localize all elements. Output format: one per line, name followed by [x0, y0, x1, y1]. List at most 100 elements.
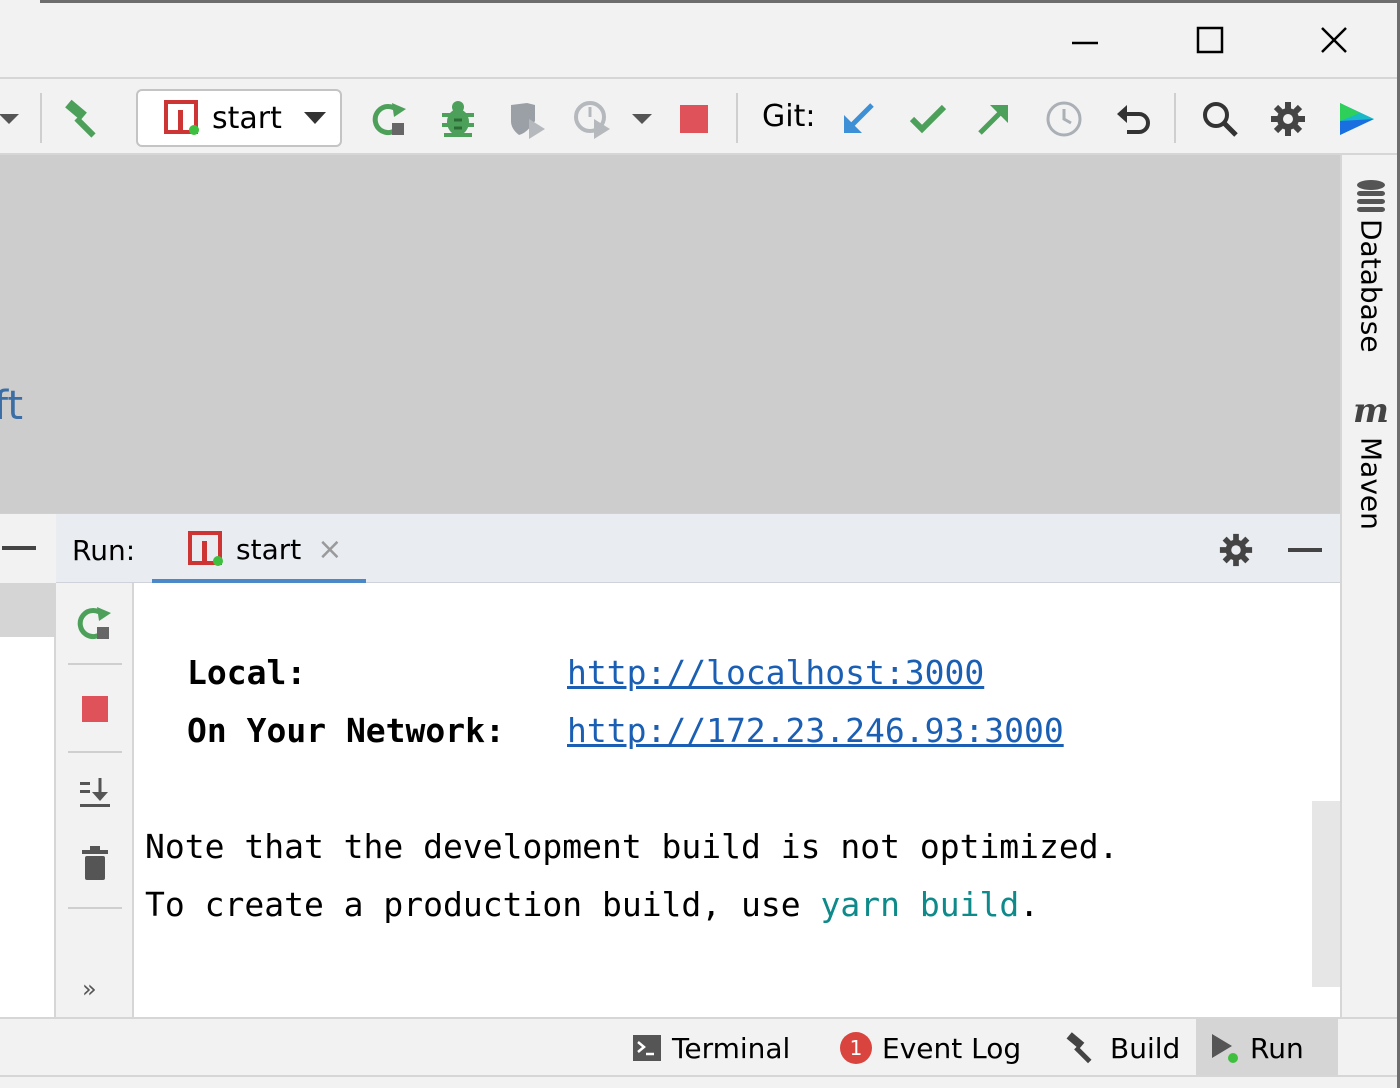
- toolbox-logo-icon: [1340, 103, 1374, 135]
- back-arrow-icon: [0, 114, 19, 124]
- git-update-icon: [844, 103, 874, 133]
- minimize-icon: [1072, 41, 1098, 45]
- terminal-tool-button[interactable]: Terminal: [620, 1019, 802, 1077]
- run-tool-button[interactable]: Run: [1196, 1019, 1338, 1077]
- run-more-dropdown[interactable]: [620, 97, 664, 141]
- side-separator: [68, 907, 122, 909]
- rerun-icon: [372, 103, 406, 136]
- search-button[interactable]: [1198, 97, 1242, 141]
- npm-icon: [164, 100, 199, 135]
- build-tool-button[interactable]: Build: [1052, 1019, 1192, 1077]
- run-icon: [1212, 1034, 1238, 1063]
- dropdown-icon: [632, 114, 652, 124]
- title-bar: [0, 3, 1397, 77]
- close-icon: [1321, 27, 1347, 53]
- close-window-button[interactable]: [1289, 3, 1379, 77]
- maven-icon: m: [1353, 391, 1389, 431]
- chevron-down-icon: [303, 112, 326, 124]
- local-url-link[interactable]: http://localhost:3000: [567, 653, 984, 692]
- maven-tab-label: Maven: [1354, 437, 1388, 530]
- event-log-badge: 1: [840, 1032, 872, 1064]
- npm-icon: [188, 531, 223, 566]
- clear-console-button[interactable]: [73, 841, 117, 885]
- run-label: Run: [1250, 1031, 1304, 1065]
- coverage-icon: [511, 103, 545, 139]
- gear-icon: [1219, 533, 1253, 567]
- left-panel-header: [0, 513, 56, 583]
- run-panel-settings-button[interactable]: [1216, 530, 1256, 570]
- event-log-label: Event Log: [882, 1031, 1022, 1065]
- network-label: On Your Network:: [187, 711, 505, 750]
- git-rollback-button[interactable]: [1112, 97, 1156, 141]
- terminal-label: Terminal: [672, 1031, 791, 1065]
- maximize-icon: [1196, 26, 1224, 54]
- back-button[interactable]: [0, 97, 32, 141]
- git-history-button[interactable]: [1042, 97, 1086, 141]
- run-config-label: start: [212, 100, 282, 136]
- console-scrollbar[interactable]: [1312, 801, 1340, 987]
- scroll-to-end-button[interactable]: [73, 771, 117, 815]
- left-panel: [0, 583, 56, 1017]
- maximize-button[interactable]: [1165, 3, 1255, 77]
- profile-button[interactable]: [570, 97, 614, 141]
- trash-icon: [82, 846, 108, 880]
- left-panel-selected-row[interactable]: [0, 583, 56, 637]
- search-icon: [1203, 102, 1238, 137]
- rerun-button[interactable]: [368, 97, 412, 141]
- maven-tool-tab[interactable]: m Maven: [1346, 391, 1396, 530]
- prod-build-prefix: To create a production build, use: [145, 885, 821, 924]
- main-toolbar: start Git:: [0, 77, 1397, 155]
- rerun-button[interactable]: [73, 601, 117, 645]
- git-label: Git:: [762, 99, 816, 134]
- event-log-tool-button[interactable]: 1 Event Log: [828, 1019, 1033, 1077]
- stop-icon: [82, 696, 108, 722]
- rerun-icon: [77, 607, 111, 640]
- toolbar-separator: [40, 93, 42, 143]
- network-url-link[interactable]: http://172.23.246.93:3000: [567, 711, 1064, 750]
- database-icon: [1357, 180, 1385, 212]
- git-push-button[interactable]: [972, 97, 1016, 141]
- build-label: Build: [1110, 1031, 1181, 1065]
- run-side-toolbar: »: [56, 583, 134, 1017]
- git-rollback-icon: [1117, 105, 1150, 134]
- stop-button[interactable]: [672, 97, 716, 141]
- build-hammer-icon: [65, 99, 96, 138]
- settings-button[interactable]: [1266, 97, 1310, 141]
- git-commit-icon: [909, 104, 947, 134]
- debug-button[interactable]: [436, 97, 480, 141]
- database-tab-label: Database: [1354, 219, 1388, 353]
- toolbar-separator: [736, 93, 738, 143]
- git-commit-button[interactable]: [906, 97, 950, 141]
- debug-bug-icon: [442, 101, 474, 137]
- hide-icon[interactable]: [2, 544, 38, 554]
- local-label: Local:: [187, 653, 307, 692]
- run-tool-window-header: Run: start ×: [56, 513, 1340, 585]
- console-output: Local: http://localhost:3000 On Your Net…: [134, 583, 1340, 1017]
- minimize-button[interactable]: [1040, 3, 1130, 77]
- side-separator: [68, 751, 122, 753]
- more-actions-button[interactable]: »: [82, 975, 97, 1003]
- tab-close-icon[interactable]: ×: [317, 532, 342, 567]
- build-button[interactable]: [62, 97, 106, 141]
- prod-build-line: To create a production build, use yarn b…: [145, 885, 1039, 924]
- hammer-icon: [1066, 1032, 1092, 1064]
- coverage-button[interactable]: [505, 97, 549, 141]
- run-panel-hide-button[interactable]: [1286, 530, 1326, 570]
- minimize-icon: [1288, 548, 1322, 552]
- stop-button[interactable]: [73, 687, 117, 731]
- toolbar-separator: [1174, 93, 1176, 143]
- run-config-selector[interactable]: start: [136, 89, 342, 147]
- toolbox-button[interactable]: [1334, 97, 1378, 141]
- prod-build-command: yarn build: [820, 885, 1020, 924]
- tab-run-start[interactable]: start ×: [152, 514, 366, 585]
- git-update-button[interactable]: [836, 97, 880, 141]
- editor-partial-text: ft: [0, 383, 24, 429]
- database-tool-tab[interactable]: Database: [1346, 179, 1396, 353]
- note-line: Note that the development build is not o…: [145, 827, 1119, 866]
- editor-area: ft: [0, 155, 1340, 513]
- bottom-tool-bar: Terminal 1 Event Log Build Run: [0, 1017, 1397, 1077]
- run-tab-label: start: [236, 532, 302, 566]
- right-tool-stripe: Database m Maven: [1340, 155, 1397, 1017]
- status-bar: [0, 1075, 1397, 1088]
- scroll-to-end-icon: [80, 778, 110, 807]
